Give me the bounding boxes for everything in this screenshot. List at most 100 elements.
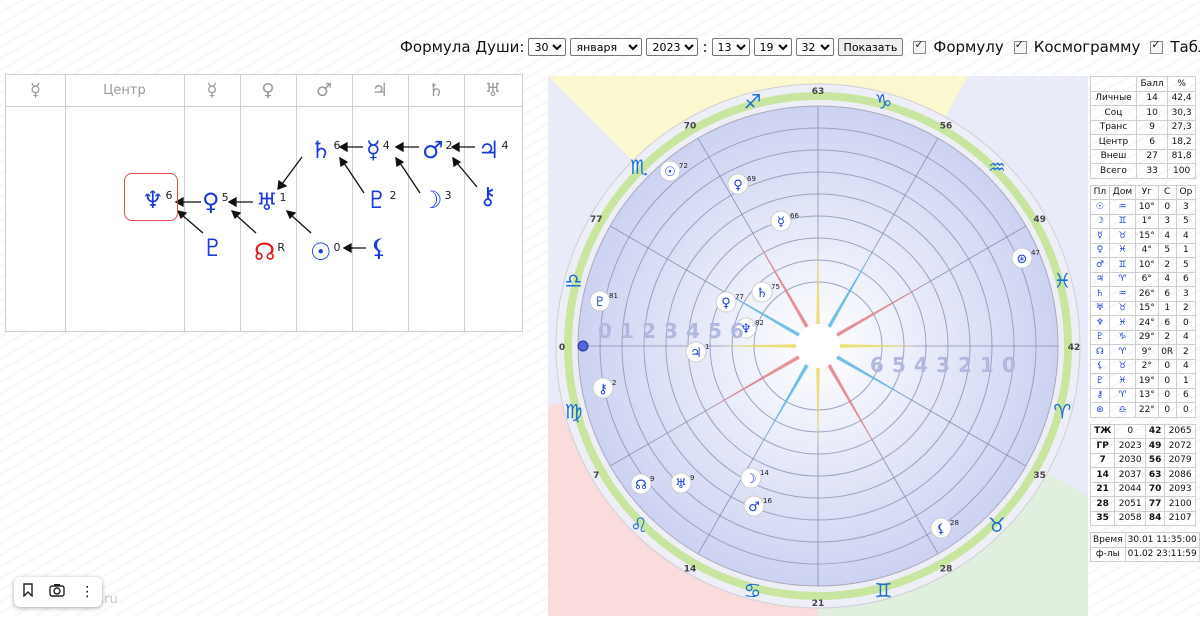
hour-select[interactable]: 13 — [711, 38, 750, 56]
formula-node-lilith[interactable]: ⚸ — [370, 235, 388, 261]
bookmark-icon[interactable] — [22, 583, 34, 601]
planet-cell: 0 — [1157, 373, 1177, 389]
formula-node-mars[interactable]: ♂ 2 — [422, 133, 453, 163]
score-cell: 6 — [1135, 134, 1169, 150]
planet-number: 69 — [747, 175, 756, 183]
cosmogram-svg: ♑♐♏♎♍♌♋ ♊♉♈♓♒ 6356494235282114707770 ☉ 72♀… — [548, 76, 1088, 616]
planet-glyph: ⚷ — [598, 382, 608, 397]
formula-node-chiron[interactable]: ⚷ — [479, 183, 497, 209]
formula-checkbox[interactable] — [913, 38, 927, 54]
scale-number: 4 — [686, 319, 700, 343]
planet-glyph: ☿ — [777, 215, 785, 230]
score-cell: 33 — [1135, 163, 1169, 179]
planet-cell: ♀ — [1090, 242, 1110, 258]
scale-number: 1 — [980, 353, 994, 377]
planet-cell: 0R — [1157, 344, 1177, 360]
cosmogram-toggle-label: Космограмму — [1033, 38, 1141, 56]
planet-cell: ♒ — [1108, 286, 1137, 302]
year-cell: 0 — [1114, 423, 1147, 439]
year-row: 14 2037 63 2086 — [1089, 467, 1196, 483]
planet-cell: ♈ — [1108, 271, 1137, 287]
planet-glyph: ♇ — [594, 295, 606, 310]
scale-number: 1 — [620, 319, 634, 343]
planet-row: ☉ ♒ 10° 0 3 — [1090, 199, 1197, 215]
score-cell: 30,3 — [1167, 105, 1196, 121]
show-button[interactable]: Показать — [837, 38, 904, 56]
camera-icon[interactable] — [49, 583, 65, 601]
more-icon[interactable]: ⋮ — [80, 584, 94, 600]
year-cell: 21 — [1089, 481, 1116, 497]
zodiac-sign: ♏ — [630, 155, 648, 179]
month-select[interactable]: января — [570, 38, 643, 56]
planet-row: ♅ ♉ 15° 1 2 — [1090, 300, 1197, 316]
planet-cell: ⊛ — [1090, 402, 1110, 418]
site-watermark: .ru — [100, 592, 118, 607]
planet-cell: 1° — [1135, 213, 1159, 229]
planet-glyph: ♀ — [733, 178, 743, 193]
year-cell: 70 — [1145, 481, 1166, 497]
year-cell: 2037 — [1114, 467, 1147, 483]
degree-mark: 49 — [1033, 215, 1046, 225]
formula-node-neptune[interactable]: ♆ 6 — [142, 183, 173, 213]
planet-cell: 2 — [1157, 329, 1177, 345]
formula-node-venus[interactable]: ♀ 5 — [202, 185, 229, 215]
formula-node-jupiter[interactable]: ♃ 4 — [478, 133, 509, 163]
formula-node-mercury[interactable]: ☿ 4 — [366, 133, 390, 163]
zodiac-sign: ♐ — [744, 90, 762, 114]
time-row: Время 30.01 11:35:00 — [1090, 532, 1200, 548]
planet-cell: 5 — [1157, 242, 1177, 258]
table-checkbox[interactable] — [1150, 38, 1164, 54]
year-cell: 42 — [1145, 423, 1166, 439]
score-head-cell: % — [1167, 76, 1196, 92]
scale-number: 4 — [914, 353, 928, 377]
year-cell: 84 — [1145, 510, 1166, 526]
score-cell: Внеш — [1090, 148, 1137, 164]
controls-bar: Формула Души: 30 января 2023 : 13 19 32 … — [400, 36, 1200, 58]
year-row: 7 2030 56 2079 — [1089, 452, 1196, 468]
formula-node-uranus[interactable]: ♅ 1 — [256, 185, 287, 215]
score-cell: 27,3 — [1167, 119, 1196, 135]
cosmogram-checkbox[interactable] — [1013, 38, 1027, 54]
formula-node-pluto[interactable]: ♇ 2 — [366, 183, 397, 213]
planet-cell: ♑ — [1108, 329, 1137, 345]
formula-node-proserpina[interactable]: ♇ — [202, 235, 224, 261]
planet-cell: ♓ — [1108, 315, 1137, 331]
planet-cell: 9° — [1135, 344, 1159, 360]
minute-select[interactable]: 19 — [753, 38, 792, 56]
day-select[interactable]: 30 — [528, 38, 567, 56]
planet-cell: 2° — [1135, 358, 1159, 374]
zodiac-sign: ♉ — [988, 513, 1006, 537]
stats-tables: Балл % Личные 14 42,4 Соц 10 30,3 Транс 9 27,3 Це… — [1089, 76, 1200, 562]
planet-cell: ☊ — [1090, 344, 1110, 360]
year-cell: 2058 — [1114, 510, 1147, 526]
planet-cell: 4 — [1175, 329, 1197, 345]
degree-mark: 0 — [559, 343, 565, 353]
score-row: Личные 14 42,4 — [1090, 90, 1196, 106]
year-row: 35 2058 84 2107 — [1089, 510, 1196, 526]
planet-number: 75 — [771, 283, 780, 291]
planet-row: ♂ ♊ 10° 2 5 — [1090, 257, 1197, 273]
formula-node-moon[interactable]: ☽ 3 — [421, 183, 452, 213]
planet-row: ♀ ♓ 4° 5 1 — [1090, 242, 1197, 258]
planet-cell: 0 — [1157, 387, 1177, 403]
planet-head-cell: С — [1157, 184, 1177, 200]
score-head-cell: Балл — [1135, 76, 1169, 92]
planet-glyph: ⚸ — [936, 522, 946, 537]
score-cell: Центр — [1090, 134, 1137, 150]
formula-node-lunar-node[interactable]: ☊ R — [254, 235, 285, 265]
score-cell: 18,2 — [1167, 134, 1196, 150]
scale-number: 5 — [708, 319, 722, 343]
formula-node-sun[interactable]: ☉ 0 — [310, 235, 341, 265]
score-cell: 100 — [1167, 163, 1196, 179]
time-cell: 01.02 23:11:59 — [1124, 546, 1200, 562]
formula-node-saturn[interactable]: ♄ 6 — [310, 133, 341, 163]
year-select[interactable]: 2023 — [646, 38, 699, 56]
planet-cell: 0 — [1157, 402, 1177, 418]
score-cell: Транс — [1090, 119, 1137, 135]
planet-cell: 0 — [1157, 199, 1177, 215]
second-select[interactable]: 32 — [795, 38, 834, 56]
planet-cell: 0 — [1157, 358, 1177, 374]
planet-cell: ♂ — [1090, 257, 1110, 273]
score-table: Балл % Личные 14 42,4 Соц 10 30,3 Транс 9 27,3 Це… — [1090, 76, 1196, 179]
year-cell: 49 — [1145, 438, 1166, 454]
